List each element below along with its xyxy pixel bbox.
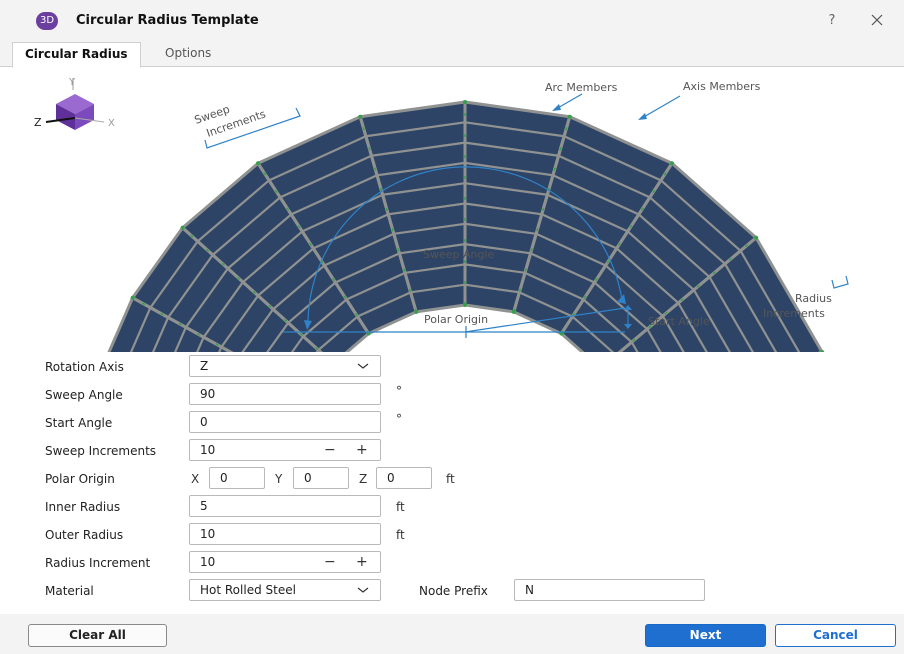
node bbox=[358, 114, 363, 119]
clear-all-button[interactable]: Clear All bbox=[28, 624, 167, 647]
sweep-increments-label: Sweep Increments bbox=[45, 444, 157, 458]
sweep-angle-label: Sweep Angle bbox=[45, 388, 123, 402]
start-angle-value: 0 bbox=[200, 415, 208, 429]
label-axis-members: Axis Members bbox=[683, 80, 761, 93]
node bbox=[414, 309, 419, 314]
start-angle-input[interactable]: 0 bbox=[189, 411, 381, 433]
node bbox=[256, 161, 261, 166]
node bbox=[463, 303, 467, 307]
button-bar: Clear All Next Cancel bbox=[0, 614, 904, 654]
sweep-angle-value: 90 bbox=[200, 387, 216, 401]
polar-origin-z-input[interactable]: 0 bbox=[376, 467, 432, 489]
axis-label-y: Y bbox=[68, 77, 76, 88]
node bbox=[463, 100, 467, 104]
view-cube-icon[interactable]: Y Z X bbox=[34, 77, 115, 130]
polar-origin-x-label: X bbox=[191, 472, 200, 486]
decrement-button[interactable]: − bbox=[324, 552, 336, 572]
chevron-down-icon bbox=[357, 363, 369, 369]
close-button[interactable] bbox=[866, 9, 888, 31]
app-logo-icon: 3D bbox=[36, 12, 58, 30]
close-icon bbox=[871, 14, 883, 26]
polar-origin-label: Polar Origin bbox=[45, 472, 115, 486]
axis-label-z: Z bbox=[34, 116, 42, 129]
increment-button[interactable]: + bbox=[356, 440, 368, 460]
node bbox=[567, 114, 572, 119]
rotation-axis-select[interactable]: Z bbox=[189, 355, 381, 377]
label-arc-members: Arc Members bbox=[545, 81, 618, 94]
material-label: Material bbox=[45, 584, 94, 598]
label-radius-increments-1: Radius bbox=[795, 292, 832, 305]
node-prefix-label: Node Prefix bbox=[419, 584, 488, 598]
node-prefix-input[interactable]: N bbox=[514, 579, 705, 601]
node bbox=[669, 161, 674, 166]
outer-radius-unit: ft bbox=[396, 528, 405, 542]
tab-circular-radius[interactable]: Circular Radius bbox=[12, 42, 141, 68]
decrement-button[interactable]: − bbox=[324, 440, 336, 460]
outer-radius-label: Outer Radius bbox=[45, 528, 124, 542]
polar-origin-z-value: 0 bbox=[387, 471, 395, 485]
tab-bar: Circular Radius Options bbox=[0, 42, 904, 68]
sweep-increments-stepper[interactable]: 10 − + bbox=[189, 439, 381, 461]
increment-button[interactable]: + bbox=[356, 552, 368, 572]
inner-radius-input[interactable]: 5 bbox=[189, 495, 381, 517]
polar-origin-y-input[interactable]: 0 bbox=[293, 467, 349, 489]
outer-radius-input[interactable]: 10 bbox=[189, 523, 381, 545]
label-polar-origin: Polar Origin bbox=[424, 313, 488, 326]
rotation-axis-value: Z bbox=[200, 359, 209, 373]
radius-increment-stepper[interactable]: 10 − + bbox=[189, 551, 381, 573]
node bbox=[180, 225, 185, 230]
sweep-increments-value: 10 bbox=[200, 443, 216, 457]
tab-options[interactable]: Options bbox=[153, 42, 223, 66]
start-angle-unit: ° bbox=[396, 412, 402, 426]
axis-label-x: X bbox=[108, 118, 115, 129]
rotation-axis-label: Rotation Axis bbox=[45, 360, 124, 374]
inner-radius-value: 5 bbox=[200, 499, 208, 513]
node bbox=[754, 235, 759, 240]
title-bar: 3D Circular Radius Template ? bbox=[0, 0, 904, 42]
start-angle-label: Start Angle bbox=[45, 416, 113, 430]
material-value: Hot Rolled Steel bbox=[200, 583, 296, 597]
label-start-angle: Start Angle bbox=[648, 315, 710, 328]
diagram-view: Y Z X Sweep Increments Arc Members Axis … bbox=[0, 67, 904, 430]
cancel-button[interactable]: Cancel bbox=[775, 624, 896, 647]
polar-origin-unit: ft bbox=[446, 472, 455, 486]
label-radius-increments-2: Increments bbox=[763, 307, 825, 320]
material-select[interactable]: Hot Rolled Steel bbox=[189, 579, 381, 601]
circular-radius-diagram: Y Z X Sweep Increments Arc Members Axis … bbox=[34, 77, 849, 430]
sweep-angle-input[interactable]: 90 bbox=[189, 383, 381, 405]
outer-radius-value: 10 bbox=[200, 527, 216, 541]
polar-origin-x-value: 0 bbox=[220, 471, 228, 485]
polar-origin-z-label: Z bbox=[359, 472, 368, 486]
polar-origin-x-input[interactable]: 0 bbox=[209, 467, 265, 489]
sweep-angle-unit: ° bbox=[396, 384, 402, 398]
window-title: Circular Radius Template bbox=[76, 13, 259, 28]
label-sweep-angle: Sweep Angle bbox=[423, 248, 495, 261]
node bbox=[511, 309, 516, 314]
inner-radius-unit: ft bbox=[396, 500, 405, 514]
chevron-down-icon bbox=[357, 587, 369, 593]
polar-origin-y-value: 0 bbox=[304, 471, 312, 485]
next-button[interactable]: Next bbox=[645, 624, 766, 647]
inner-radius-label: Inner Radius bbox=[45, 500, 121, 514]
radius-increment-label: Radius Increment bbox=[45, 556, 151, 570]
radius-increment-value: 10 bbox=[200, 555, 216, 569]
node bbox=[130, 295, 135, 300]
help-button[interactable]: ? bbox=[822, 11, 842, 31]
node-prefix-value: N bbox=[525, 583, 534, 597]
polar-origin-y-label: Y bbox=[275, 472, 283, 486]
